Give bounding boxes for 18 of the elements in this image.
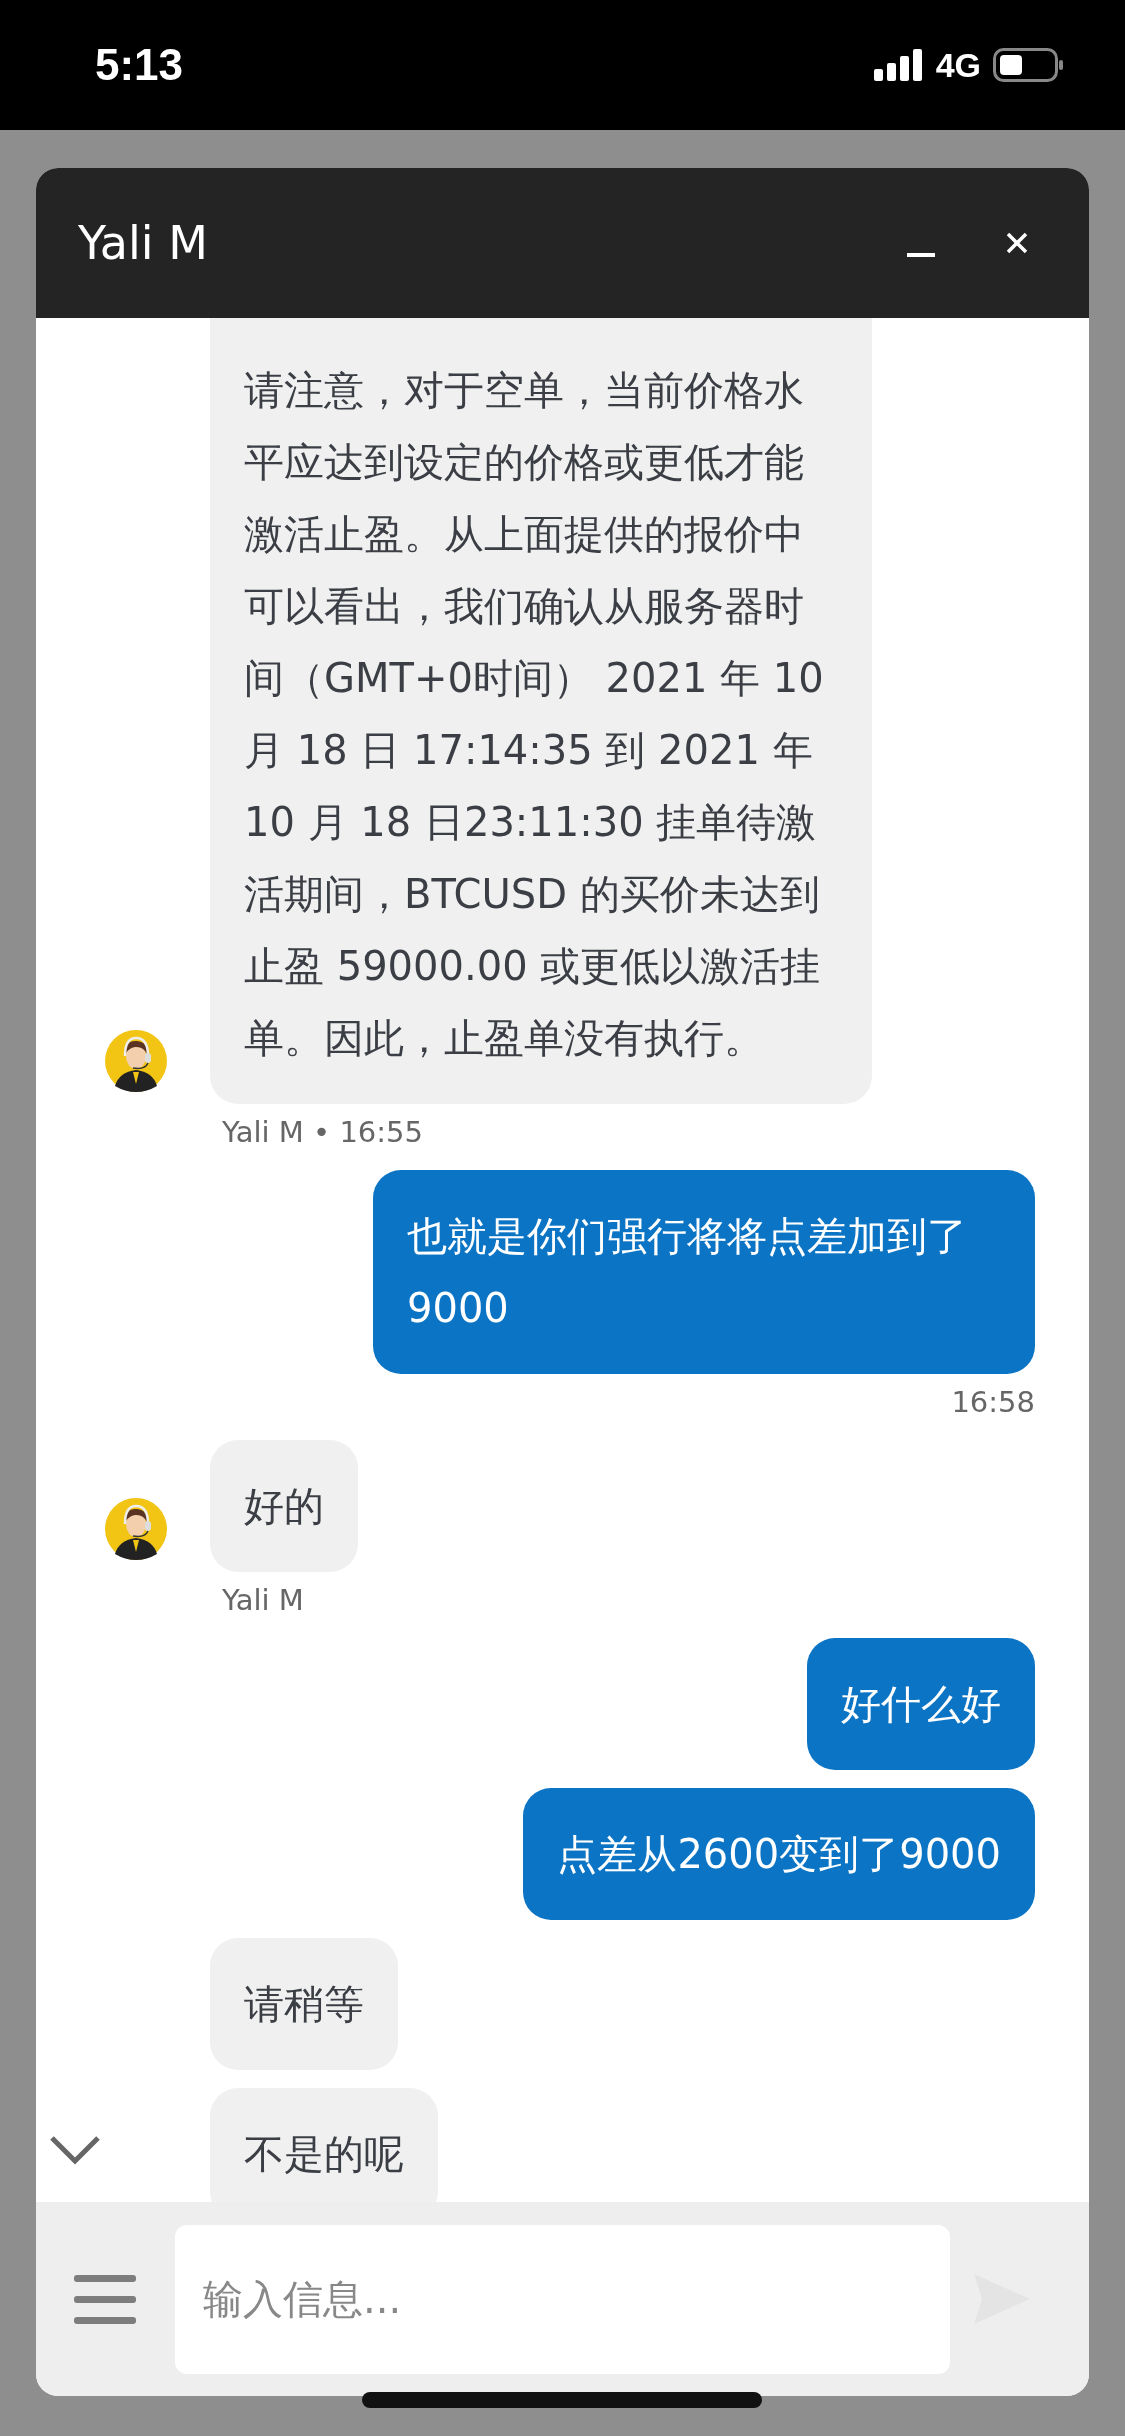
sender-info: Yali M • 16:55 [222, 1114, 424, 1151]
chat-title: Yali M [78, 216, 209, 270]
menu-button[interactable] [74, 2273, 136, 2325]
message-bubble: 好什么好 [807, 1638, 1035, 1770]
minimize-icon [907, 253, 935, 257]
message-bubble: 不是的呢 [210, 2088, 438, 2202]
signal-icon [873, 49, 924, 81]
message-bubble: 也就是你们强行将将点差加到了9000 [373, 1170, 1035, 1374]
battery-icon [993, 48, 1065, 82]
status-time: 5:13 [95, 40, 185, 90]
sender-info: Yali M [222, 1582, 305, 1619]
network-type: 4G [935, 45, 981, 85]
message-bubble: 好的 [210, 1440, 358, 1572]
message-input[interactable]: 输入信息... [175, 2224, 950, 2374]
message-bubble: 点差从2600变到了9000 [523, 1788, 1035, 1920]
message-bubble: 请注意，对于空单，当前价格水平应达到设定的价格或更低才能激活止盈。从上面提供的报价中可以看出，我们确认从服务器时间（GMT+0时间） 2021 年 10 月 18 日 17:14:35 到 2021 年 10 月 18 日23:11:30 挂单待激活期间，BTCUSD 的买价未达到止盈 59000.00 或更低以激活挂单。因此，止盈单没有执行。 [210, 318, 872, 1104]
message-time: 16:58 [950, 1384, 1035, 1421]
message-bubble: 请稍等 [210, 1938, 398, 2070]
